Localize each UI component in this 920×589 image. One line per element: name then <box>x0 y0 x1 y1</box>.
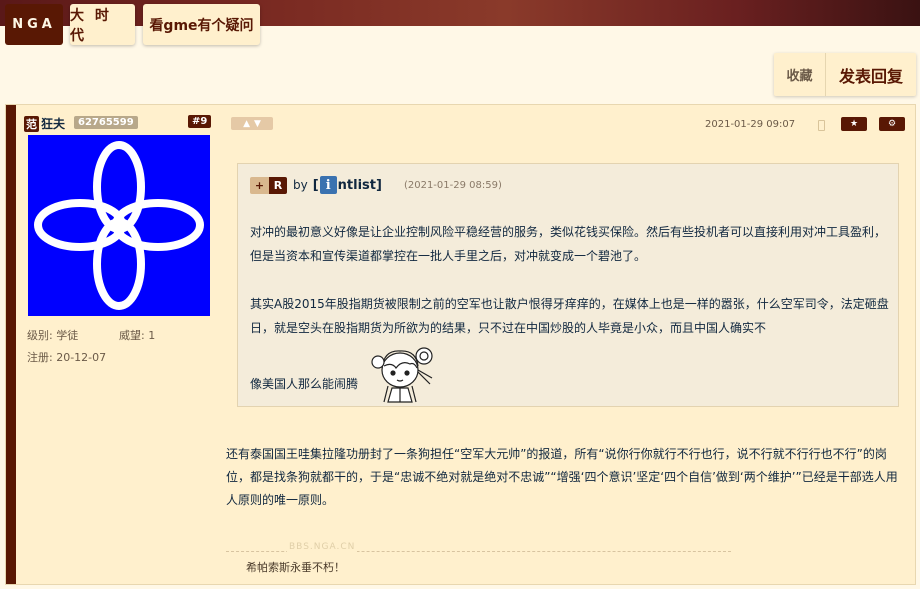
post-container: 范 狂夫 62765599 #9 级别: 学徒 威望: 1 注册: 20-12-… <box>5 104 916 585</box>
quote-author-prefix: [ <box>312 177 319 193</box>
user-id-badge[interactable]: 62765599 <box>74 116 138 129</box>
post-body: 还有泰国国王哇集拉隆功册封了一条狗担任“空军大元帅”的报道，所有“说你行你就行不… <box>226 447 898 507</box>
prestige-label: 威望: <box>119 329 145 342</box>
bbs-watermark: BBS.NGA.CN <box>287 542 358 552</box>
reg-value: 20-12-07 <box>56 351 107 364</box>
gear-icon[interactable]: ⚙ <box>879 117 905 131</box>
quote-header: + R by [ i ntlist] (2021-01-29 08:59) <box>250 176 502 194</box>
user-prestige: 威望: 1 <box>119 327 155 343</box>
user-name-area[interactable]: 范 狂夫 <box>24 115 65 132</box>
breadcrumb-thread[interactable]: 看gme有个疑问 <box>143 4 260 45</box>
user-registered: 注册: 20-12-07 <box>27 349 106 365</box>
chibi-emoticon <box>371 347 433 403</box>
favorite-button[interactable]: 收藏 <box>774 53 826 96</box>
quote-author[interactable]: [ i ntlist] <box>313 176 382 194</box>
phone-icon <box>818 120 825 131</box>
author-i-icon: i <box>319 176 337 194</box>
four-leaf-avatar <box>34 141 204 310</box>
quote-author-rest: ntlist] <box>337 177 382 193</box>
quote-rate-button[interactable]: + R <box>250 176 287 194</box>
user-level: 级别: 学徒 <box>27 327 78 343</box>
user-avatar[interactable] <box>28 135 210 316</box>
level-value: 学徒 <box>56 329 79 342</box>
r-icon[interactable]: R <box>269 176 287 194</box>
quote-paragraph-3: 像美国人那么能闹腾 <box>250 377 359 391</box>
star-icon[interactable]: ★ <box>841 117 867 131</box>
nga-logo-button[interactable]: NGA <box>5 4 63 45</box>
post-left-stripe <box>6 105 16 584</box>
level-label: 级别: <box>27 329 53 342</box>
quote-time: (2021-01-29 08:59) <box>403 179 502 191</box>
user-name[interactable]: 狂夫 <box>41 115 65 132</box>
signature: 希帕索斯永垂不朽！ <box>246 561 345 574</box>
plus-icon[interactable]: + <box>250 176 269 194</box>
user-badge: 范 <box>24 115 39 132</box>
thumbs-up-icon[interactable]: ▲ <box>243 119 250 129</box>
thread-action-bar: 收藏 发表回复 <box>774 53 916 96</box>
floor-number[interactable]: #9 <box>188 115 212 128</box>
reg-label: 注册: <box>27 351 53 364</box>
thumbs-down-icon[interactable]: ▼ <box>254 119 261 129</box>
prestige-value: 1 <box>148 329 156 342</box>
vote-buttons[interactable]: ▲ ▼ <box>231 117 273 130</box>
quote-paragraph-2: 其实A股2015年股指期货被限制之前的空军也让散户恨得牙痒痒的，在媒体上也是一样… <box>250 297 889 335</box>
top-banner <box>0 0 920 26</box>
quote-block: + R by [ i ntlist] (2021-01-29 08:59) 对冲… <box>237 163 899 407</box>
quote-by: by <box>293 178 308 192</box>
post-datetime: 2021-01-29 09:07 <box>705 119 796 130</box>
reply-button[interactable]: 发表回复 <box>826 53 916 96</box>
quote-paragraph-1: 对冲的最初意义好像是让企业控制风险平稳经营的服务，类似花钱买保险。然后有些投机者… <box>250 225 887 263</box>
breadcrumb-forum[interactable]: 大 时 代 <box>70 4 135 45</box>
